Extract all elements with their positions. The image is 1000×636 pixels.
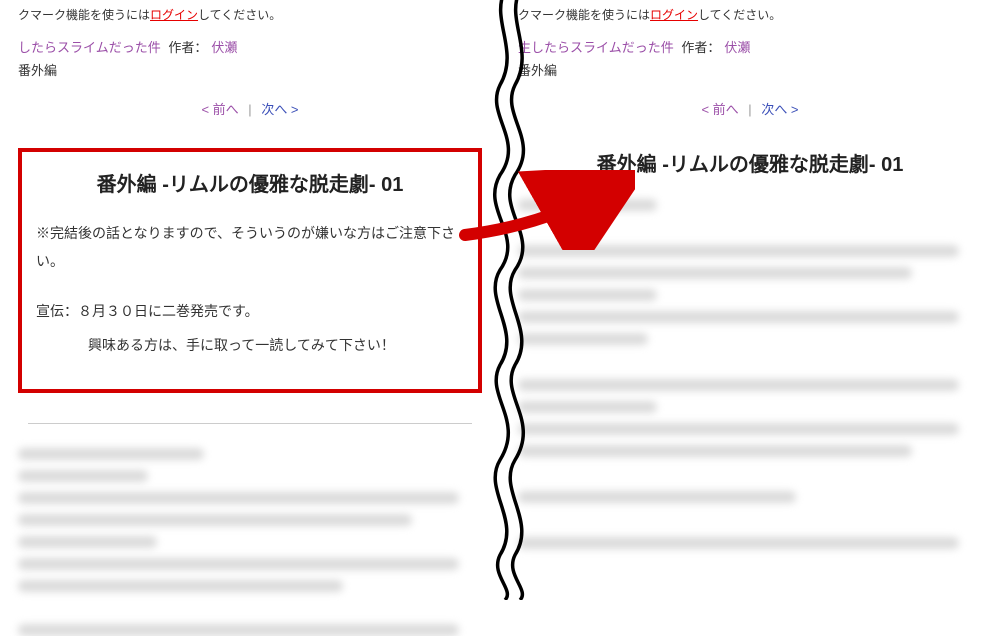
chapter-title: 番外編 -リムルの優雅な脱走劇- 01: [36, 168, 464, 197]
nav-next-link[interactable]: 次へ >: [761, 102, 798, 117]
blurred-line: [518, 311, 959, 323]
chapter-nav: < 前へ | 次へ >: [18, 99, 482, 118]
body-text-blurred: [518, 199, 982, 549]
chapter-title: 番外編 -リムルの優雅な脱走劇- 01: [518, 148, 982, 177]
blurred-line: [18, 470, 148, 482]
blurred-line: [518, 199, 657, 211]
blurred-line: [518, 491, 796, 503]
author-link[interactable]: 伏瀬: [724, 40, 750, 55]
blurred-line: [18, 536, 157, 548]
blurred-line: [518, 245, 959, 257]
preface-line-2: 宣伝：８月３０日に二巻発売です。: [36, 297, 464, 325]
blurred-line: [18, 448, 204, 460]
blurred-line: [518, 333, 648, 345]
bookmark-suffix: してください。: [198, 8, 281, 22]
author-link[interactable]: 伏瀬: [211, 40, 237, 55]
nav-prev-link[interactable]: < 前へ: [701, 102, 738, 117]
blurred-line: [18, 580, 343, 592]
series-title-link[interactable]: したらスライムだった件: [18, 40, 161, 55]
blurred-line: [18, 514, 412, 526]
nav-next-link[interactable]: 次へ >: [261, 102, 298, 117]
before-panel: クマーク機能を使うにはログインしてください。 したらスライムだった件 作者： 伏瀬…: [0, 0, 500, 583]
blurred-line: [18, 624, 459, 636]
series-title-link[interactable]: 生したらスライムだった件: [518, 40, 674, 55]
bookmark-prefix: クマーク機能を使うには: [518, 8, 650, 22]
after-panel: クマーク機能を使うにはログインしてください。 生したらスライムだった件 作者： 伏…: [500, 0, 1000, 583]
author-label: 作者：: [168, 40, 207, 55]
series-line: したらスライムだった件 作者： 伏瀬: [18, 37, 482, 56]
bookmark-notice: クマーク機能を使うにはログインしてください。: [518, 6, 982, 23]
preface-line-3: 興味ある方は、手に取って一読してみて下さい！: [36, 331, 464, 359]
series-line: 生したらスライムだった件 作者： 伏瀬: [518, 37, 982, 56]
nav-separator: |: [748, 102, 751, 117]
blurred-line: [518, 289, 657, 301]
preface-text: ※完結後の話となりますので、そういうのが嫌いな方はご注意下さい。 宣伝：８月３０…: [36, 219, 464, 359]
arc-subtitle: 番外編: [18, 60, 482, 79]
blurred-line: [518, 379, 959, 391]
blurred-line: [518, 445, 912, 457]
bookmark-suffix: してください。: [698, 8, 781, 22]
nav-separator: |: [248, 102, 251, 117]
body-text-blurred: [18, 448, 482, 636]
blurred-line: [518, 537, 959, 549]
login-link[interactable]: ログイン: [150, 8, 198, 22]
chapter-nav: < 前へ | 次へ >: [518, 99, 982, 118]
bookmark-notice: クマーク機能を使うにはログインしてください。: [18, 6, 482, 23]
preface-line-1: ※完結後の話となりますので、そういうのが嫌いな方はご注意下さい。: [36, 219, 464, 275]
blurred-line: [518, 423, 959, 435]
blurred-line: [18, 492, 459, 504]
nav-prev-link[interactable]: < 前へ: [201, 102, 238, 117]
arc-subtitle: 番外編: [518, 60, 982, 79]
login-link[interactable]: ログイン: [650, 8, 698, 22]
author-label: 作者：: [681, 40, 720, 55]
divider: [28, 423, 472, 424]
blurred-line: [18, 558, 459, 570]
preface-highlight-box: 番外編 -リムルの優雅な脱走劇- 01 ※完結後の話となりますので、そういうのが…: [18, 148, 482, 393]
bookmark-prefix: クマーク機能を使うには: [18, 8, 150, 22]
blurred-line: [518, 401, 657, 413]
blurred-line: [518, 267, 912, 279]
